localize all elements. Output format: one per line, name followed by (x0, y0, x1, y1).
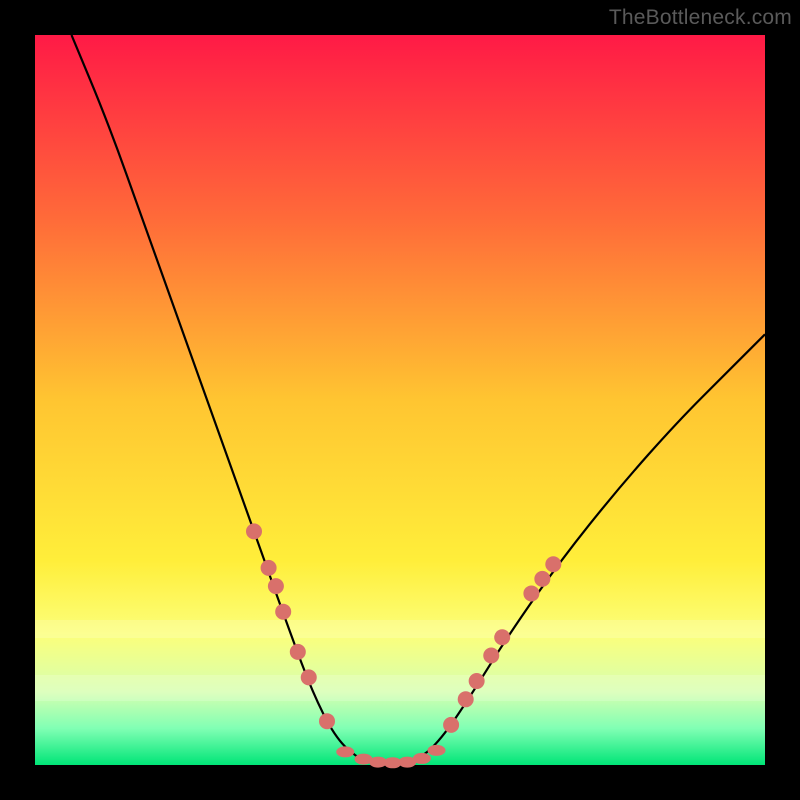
data-point (443, 717, 459, 733)
chart-frame: TheBottleneck.com (0, 0, 800, 800)
plot-area (35, 35, 765, 765)
data-point (469, 673, 485, 689)
data-point (428, 745, 446, 756)
data-point (483, 648, 499, 664)
data-point (494, 629, 510, 645)
bottleneck-curve (72, 35, 766, 765)
data-point (545, 556, 561, 572)
data-point (275, 604, 291, 620)
watermark-text: TheBottleneck.com (609, 6, 792, 30)
data-point (413, 753, 431, 764)
data-point (319, 713, 335, 729)
curve-svg (35, 35, 765, 765)
data-point (523, 585, 539, 601)
data-point (534, 571, 550, 587)
data-point (336, 746, 354, 757)
data-point (246, 523, 262, 539)
data-point (261, 560, 277, 576)
data-points-group (246, 523, 561, 768)
data-point (268, 578, 284, 594)
data-point (301, 669, 317, 685)
data-point (458, 691, 474, 707)
data-point (290, 644, 306, 660)
